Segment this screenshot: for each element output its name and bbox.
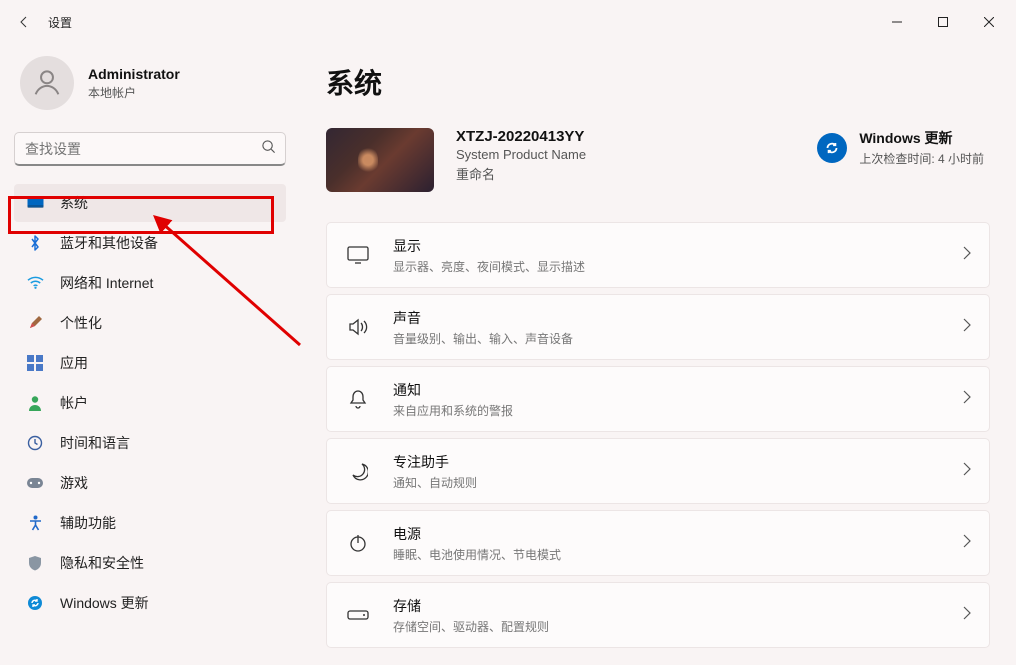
sidebar-item-label: 应用 xyxy=(60,353,88,373)
card-title: 存储 xyxy=(393,596,549,616)
update-icon xyxy=(26,594,44,612)
sidebar-item-network[interactable]: 网络和 Internet xyxy=(14,264,286,302)
accessibility-icon xyxy=(26,514,44,532)
sidebar-item-label: 时间和语言 xyxy=(60,433,130,453)
chevron-right-icon xyxy=(963,318,971,337)
chevron-right-icon xyxy=(963,534,971,553)
update-title: Windows 更新 xyxy=(859,128,984,148)
search-icon xyxy=(261,139,276,159)
sidebar-item-time-language[interactable]: 时间和语言 xyxy=(14,424,286,462)
card-subtitle: 通知、自动规则 xyxy=(393,474,477,491)
minimize-button[interactable] xyxy=(874,6,920,38)
update-subtitle: 上次检查时间: 4 小时前 xyxy=(859,150,984,167)
rename-link[interactable]: 重命名 xyxy=(456,164,586,183)
storage-icon xyxy=(345,608,371,622)
card-title: 专注助手 xyxy=(393,452,477,472)
clock-globe-icon xyxy=(26,434,44,452)
power-icon xyxy=(345,533,371,553)
bell-icon xyxy=(345,389,371,409)
card-subtitle: 睡眠、电池使用情况、节电模式 xyxy=(393,546,561,563)
windows-update-shortcut[interactable]: Windows 更新 上次检查时间: 4 小时前 xyxy=(817,128,990,167)
sidebar-item-label: 帐户 xyxy=(60,393,88,413)
gamepad-icon xyxy=(26,474,44,492)
back-button[interactable] xyxy=(4,2,44,42)
sidebar-item-bluetooth[interactable]: 蓝牙和其他设备 xyxy=(14,224,286,262)
sidebar-item-label: Windows 更新 xyxy=(60,593,149,613)
search-input[interactable] xyxy=(14,132,286,166)
card-focus-assist[interactable]: 专注助手 通知、自动规则 xyxy=(326,438,990,504)
sidebar-item-apps[interactable]: 应用 xyxy=(14,344,286,382)
page-title: 系统 xyxy=(326,62,990,102)
card-subtitle: 存储空间、驱动器、配置规则 xyxy=(393,618,549,635)
card-display[interactable]: 显示 显示器、亮度、夜间模式、显示描述 xyxy=(326,222,990,288)
system-icon xyxy=(26,194,44,212)
card-title: 声音 xyxy=(393,308,573,328)
apps-icon xyxy=(26,354,44,372)
wifi-icon xyxy=(26,274,44,292)
account-name: Administrator xyxy=(88,66,180,82)
sidebar-item-label: 辅助功能 xyxy=(60,513,116,533)
desktop-thumbnail[interactable] xyxy=(326,128,434,192)
system-product-name: System Product Name xyxy=(456,147,586,162)
search-box[interactable] xyxy=(14,132,286,166)
sidebar-item-gaming[interactable]: 游戏 xyxy=(14,464,286,502)
update-sync-icon xyxy=(817,133,847,163)
moon-icon xyxy=(345,461,371,481)
card-subtitle: 显示器、亮度、夜间模式、显示描述 xyxy=(393,258,585,275)
sidebar-item-label: 蓝牙和其他设备 xyxy=(60,233,158,253)
sidebar-item-label: 游戏 xyxy=(60,473,88,493)
sidebar-item-accounts[interactable]: 帐户 xyxy=(14,384,286,422)
sidebar-item-label: 隐私和安全性 xyxy=(60,553,144,573)
sidebar-item-label: 个性化 xyxy=(60,313,102,333)
brush-icon xyxy=(26,314,44,332)
chevron-right-icon xyxy=(963,462,971,481)
sidebar-item-system[interactable]: 系统 xyxy=(14,184,286,222)
account-subtitle: 本地帐户 xyxy=(88,84,180,101)
card-title: 通知 xyxy=(393,380,513,400)
card-subtitle: 音量级别、输出、输入、声音设备 xyxy=(393,330,573,347)
person-icon xyxy=(26,394,44,412)
card-notifications[interactable]: 通知 来自应用和系统的警报 xyxy=(326,366,990,432)
chevron-right-icon xyxy=(963,246,971,265)
maximize-button[interactable] xyxy=(920,6,966,38)
sidebar-nav: 系统 蓝牙和其他设备 网络和 Internet 个性化 应用 帐户 xyxy=(14,184,286,622)
card-sound[interactable]: 声音 音量级别、输出、输入、声音设备 xyxy=(326,294,990,360)
sidebar-item-accessibility[interactable]: 辅助功能 xyxy=(14,504,286,542)
avatar xyxy=(20,56,74,110)
card-title: 显示 xyxy=(393,236,585,256)
card-storage[interactable]: 存储 存储空间、驱动器、配置规则 xyxy=(326,582,990,648)
card-power[interactable]: 电源 睡眠、电池使用情况、节电模式 xyxy=(326,510,990,576)
card-title: 电源 xyxy=(393,524,561,544)
sidebar-item-label: 系统 xyxy=(60,193,88,213)
account-block[interactable]: Administrator 本地帐户 xyxy=(14,44,286,132)
chevron-right-icon xyxy=(963,606,971,625)
close-button[interactable] xyxy=(966,6,1012,38)
window-title: 设置 xyxy=(48,14,72,31)
bluetooth-icon xyxy=(26,234,44,252)
device-name: XTZJ-20220413YY xyxy=(456,128,586,145)
chevron-right-icon xyxy=(963,390,971,409)
shield-icon xyxy=(26,554,44,572)
sidebar-item-label: 网络和 Internet xyxy=(60,273,153,293)
sidebar-item-privacy[interactable]: 隐私和安全性 xyxy=(14,544,286,582)
sidebar-item-personalization[interactable]: 个性化 xyxy=(14,304,286,342)
sidebar-item-windows-update[interactable]: Windows 更新 xyxy=(14,584,286,622)
sound-icon xyxy=(345,318,371,336)
card-subtitle: 来自应用和系统的警报 xyxy=(393,402,513,419)
display-icon xyxy=(345,246,371,264)
